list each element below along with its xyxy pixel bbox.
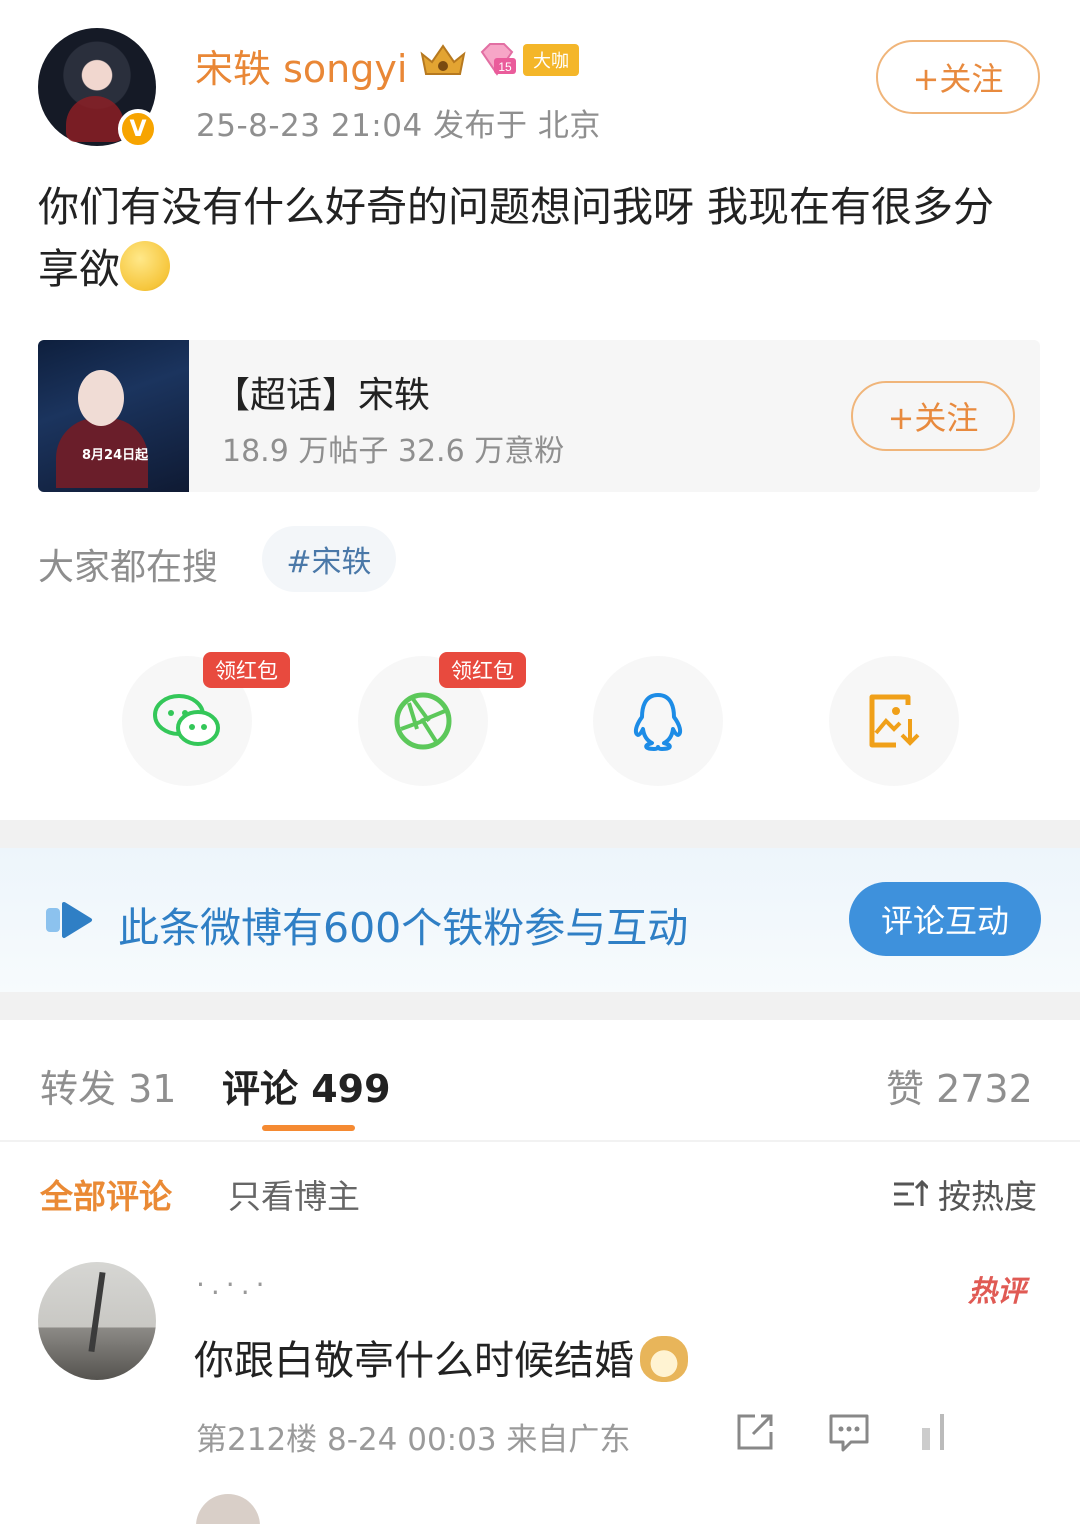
save-image-icon xyxy=(869,694,920,748)
super-topic-title: 【超话】宋轶 xyxy=(214,375,431,416)
save-image-button[interactable] xyxy=(829,656,959,786)
poster-date: 8月24日起 xyxy=(82,448,149,463)
section-divider-2 xyxy=(0,992,1080,1020)
follow-topic-button[interactable]: +关注 xyxy=(851,381,1015,451)
fan-banner-text: 此条微博有600个铁粉参与互动 xyxy=(118,904,689,952)
active-tab-indicator xyxy=(262,1125,355,1131)
reply-comment-icon[interactable] xyxy=(827,1410,871,1454)
qq-icon xyxy=(633,693,683,751)
commenter-name[interactable]: ·.·.· xyxy=(196,1268,271,1301)
tab-likes[interactable]: 赞 2732 xyxy=(886,1058,1033,1113)
super-topic-poster: 8月24日起 xyxy=(38,340,189,492)
section-divider xyxy=(0,820,1080,848)
commenter-avatar[interactable] xyxy=(38,1262,156,1380)
comment-content: 你跟白敬亭什么时候结婚 xyxy=(194,1328,688,1386)
smile-emoji-icon xyxy=(120,241,170,291)
post-meta: 25-8-23 21:04 发布于 北京 xyxy=(196,108,601,144)
big-fan-badge: 大咖 xyxy=(523,44,579,76)
fan-arrow-icon xyxy=(46,902,92,938)
verified-badge-icon: V xyxy=(118,109,158,149)
post-content: 你们有没有什么好奇的问题想问我呀 我现在有很多分享欲 xyxy=(38,176,1028,300)
follow-button[interactable]: +关注 xyxy=(876,40,1040,114)
crown-icon xyxy=(420,44,466,75)
sort-label: 按热度 xyxy=(938,1177,1037,1216)
filter-all-comments[interactable]: 全部评论 xyxy=(40,1170,172,1218)
hot-comment-badge: 热评 xyxy=(968,1274,1027,1308)
red-packet-badge: 领红包 xyxy=(203,652,290,688)
tab-separator xyxy=(0,1140,1080,1142)
next-commenter-avatar[interactable] xyxy=(196,1494,260,1524)
tab-comments[interactable]: 评论 499 xyxy=(222,1058,391,1113)
like-comment-icon[interactable] xyxy=(918,1410,962,1454)
red-packet-badge-2: 领红包 xyxy=(439,652,526,688)
author-name[interactable]: 宋轶 songyi xyxy=(195,38,407,93)
moments-icon xyxy=(394,692,452,750)
wechat-icon xyxy=(153,694,220,746)
filter-poster-only[interactable]: 只看博主 xyxy=(228,1170,360,1218)
sort-icon xyxy=(894,1179,928,1206)
super-topic-stats: 18.9 万帖子 32.6 万意粉 xyxy=(222,434,565,469)
doge-emoji-icon xyxy=(640,1336,688,1382)
svg-text:15: 15 xyxy=(498,60,512,74)
share-qq-button[interactable] xyxy=(593,656,723,786)
search-tag[interactable]: #宋轶 xyxy=(262,526,396,592)
comment-interact-button[interactable]: 评论互动 xyxy=(849,882,1041,956)
sort-by-hot-button[interactable]: 按热度 xyxy=(892,1170,1037,1218)
tab-repost[interactable]: 转发 31 xyxy=(40,1058,176,1113)
trending-search-label: 大家都在搜 xyxy=(38,547,219,588)
post-text: 你们有没有什么好奇的问题想问我呀 我现在有很多分享欲 xyxy=(38,183,995,293)
comment-text: 你跟白敬亭什么时候结婚 xyxy=(194,1338,634,1384)
repost-comment-icon[interactable] xyxy=(733,1410,777,1454)
comment-meta: 第212楼 8-24 00:03 来自广东 xyxy=(196,1422,631,1458)
vip-level-icon: 15 xyxy=(480,43,516,76)
